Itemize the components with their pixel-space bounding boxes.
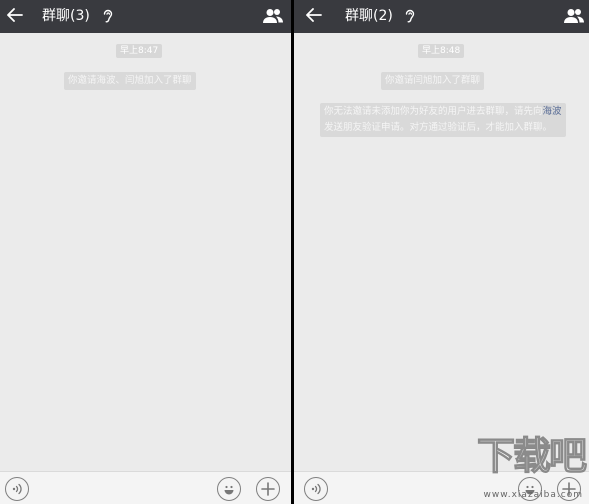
system-message: 你邀请闫旭加入了群聊 <box>381 72 485 90</box>
back-arrow-icon[interactable] <box>303 4 325 26</box>
warning-text: 发送朋友验证申请。对方通过验证后，才能加入群聊。 <box>324 122 553 133</box>
timestamp: 早上8:47 <box>116 44 163 58</box>
right-chat-screen: 群聊(2) 早上8:48 你邀请闫旭加入了群聊 你无法邀请未添加你为好友的用户进… <box>294 0 589 504</box>
people-icon[interactable] <box>562 5 586 27</box>
input-bar <box>0 471 291 504</box>
watermark-url: www.xiazaiba.com <box>483 490 583 500</box>
emoji-icon[interactable] <box>217 477 241 501</box>
invite-failed-message: 你无法邀请未添加你为好友的用户进去群聊，请先向海波发送朋友验证申请。对方通过验证… <box>320 103 566 137</box>
chat-header: 群聊(3) <box>0 0 291 33</box>
back-arrow-icon[interactable] <box>4 4 26 26</box>
left-chat-screen: 群聊(3) 早上8:47 你邀请海波、闫旭加入了群聊 <box>0 0 291 504</box>
timestamp: 早上8:48 <box>418 44 465 58</box>
system-message: 你邀请海波、闫旭加入了群聊 <box>64 72 196 90</box>
plus-icon[interactable] <box>256 477 280 501</box>
people-icon[interactable] <box>261 5 285 27</box>
warning-text: 你无法邀请未添加你为好友的用户进去群聊，请先向 <box>324 106 543 117</box>
chat-title: 群聊(2) <box>345 8 393 24</box>
watermark-logo: 下载吧 <box>476 432 587 478</box>
chat-header: 群聊(2) <box>294 0 589 33</box>
voice-icon[interactable] <box>304 477 328 501</box>
voice-icon[interactable] <box>5 477 29 501</box>
ear-icon <box>403 7 417 25</box>
ear-icon <box>101 7 115 25</box>
friend-name-link[interactable]: 海波 <box>543 106 562 117</box>
chat-title: 群聊(3) <box>42 8 90 24</box>
